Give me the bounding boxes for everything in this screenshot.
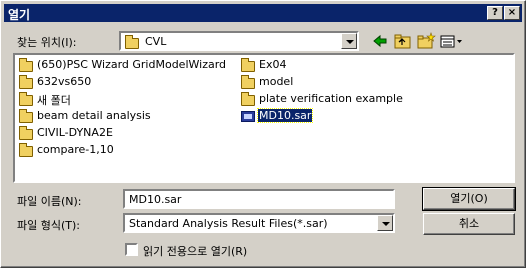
filetype-value: Standard Analysis Result Files(*.sar) bbox=[129, 217, 328, 230]
lookin-dropdown[interactable]: CVL bbox=[119, 31, 359, 51]
view-menu-button[interactable] bbox=[438, 32, 464, 50]
folder-icon bbox=[19, 126, 33, 140]
filetype-dropdown[interactable]: Standard Analysis Result Files(*.sar) bbox=[123, 213, 395, 233]
sar-file-icon bbox=[241, 111, 255, 122]
back-button[interactable] bbox=[369, 32, 391, 50]
open-button[interactable]: 열기(O) bbox=[422, 187, 516, 211]
folder-icon bbox=[19, 92, 33, 106]
folder-icon bbox=[241, 75, 255, 89]
view-menu-icon bbox=[440, 35, 462, 48]
new-folder-button[interactable] bbox=[415, 32, 437, 50]
new-folder-icon bbox=[417, 32, 436, 49]
lookin-label: 찾는 위치(I): bbox=[17, 36, 77, 49]
filename-label: 파일 이름(N): bbox=[17, 195, 82, 208]
up-folder-button[interactable] bbox=[392, 32, 414, 50]
close-button[interactable]: × bbox=[504, 6, 520, 20]
help-button[interactable]: ? bbox=[487, 6, 503, 20]
filetype-label: 파일 형식(T): bbox=[17, 219, 80, 232]
title-bar[interactable]: 열기 ? × bbox=[4, 4, 522, 22]
readonly-checkbox[interactable] bbox=[125, 243, 138, 256]
folder-icon bbox=[19, 58, 33, 72]
back-arrow-icon bbox=[373, 34, 387, 48]
filename-input[interactable]: MD10.sar bbox=[123, 189, 395, 209]
cancel-button[interactable]: 취소 bbox=[423, 213, 515, 235]
folder-icon bbox=[241, 58, 255, 72]
folder-icon bbox=[19, 109, 33, 123]
lookin-value: CVL bbox=[145, 35, 167, 48]
open-file-dialog: 열기 ? × 찾는 위치(I): CVL (650)PSC Wizard Gri… bbox=[0, 0, 526, 268]
folder-icon bbox=[19, 75, 33, 89]
window-title: 열기 bbox=[8, 8, 31, 22]
chevron-down-icon[interactable] bbox=[377, 215, 393, 231]
folder-icon bbox=[19, 143, 33, 157]
file-list[interactable]: (650)PSC Wizard GridModelWizard 632vs650… bbox=[13, 53, 515, 183]
filename-value: MD10.sar bbox=[129, 193, 182, 206]
readonly-label[interactable]: 읽기 전용으로 열기(R) bbox=[143, 243, 247, 259]
folder-icon bbox=[125, 35, 139, 49]
chevron-down-icon[interactable] bbox=[341, 33, 357, 49]
folder-icon bbox=[241, 92, 255, 106]
up-folder-icon bbox=[394, 34, 411, 49]
